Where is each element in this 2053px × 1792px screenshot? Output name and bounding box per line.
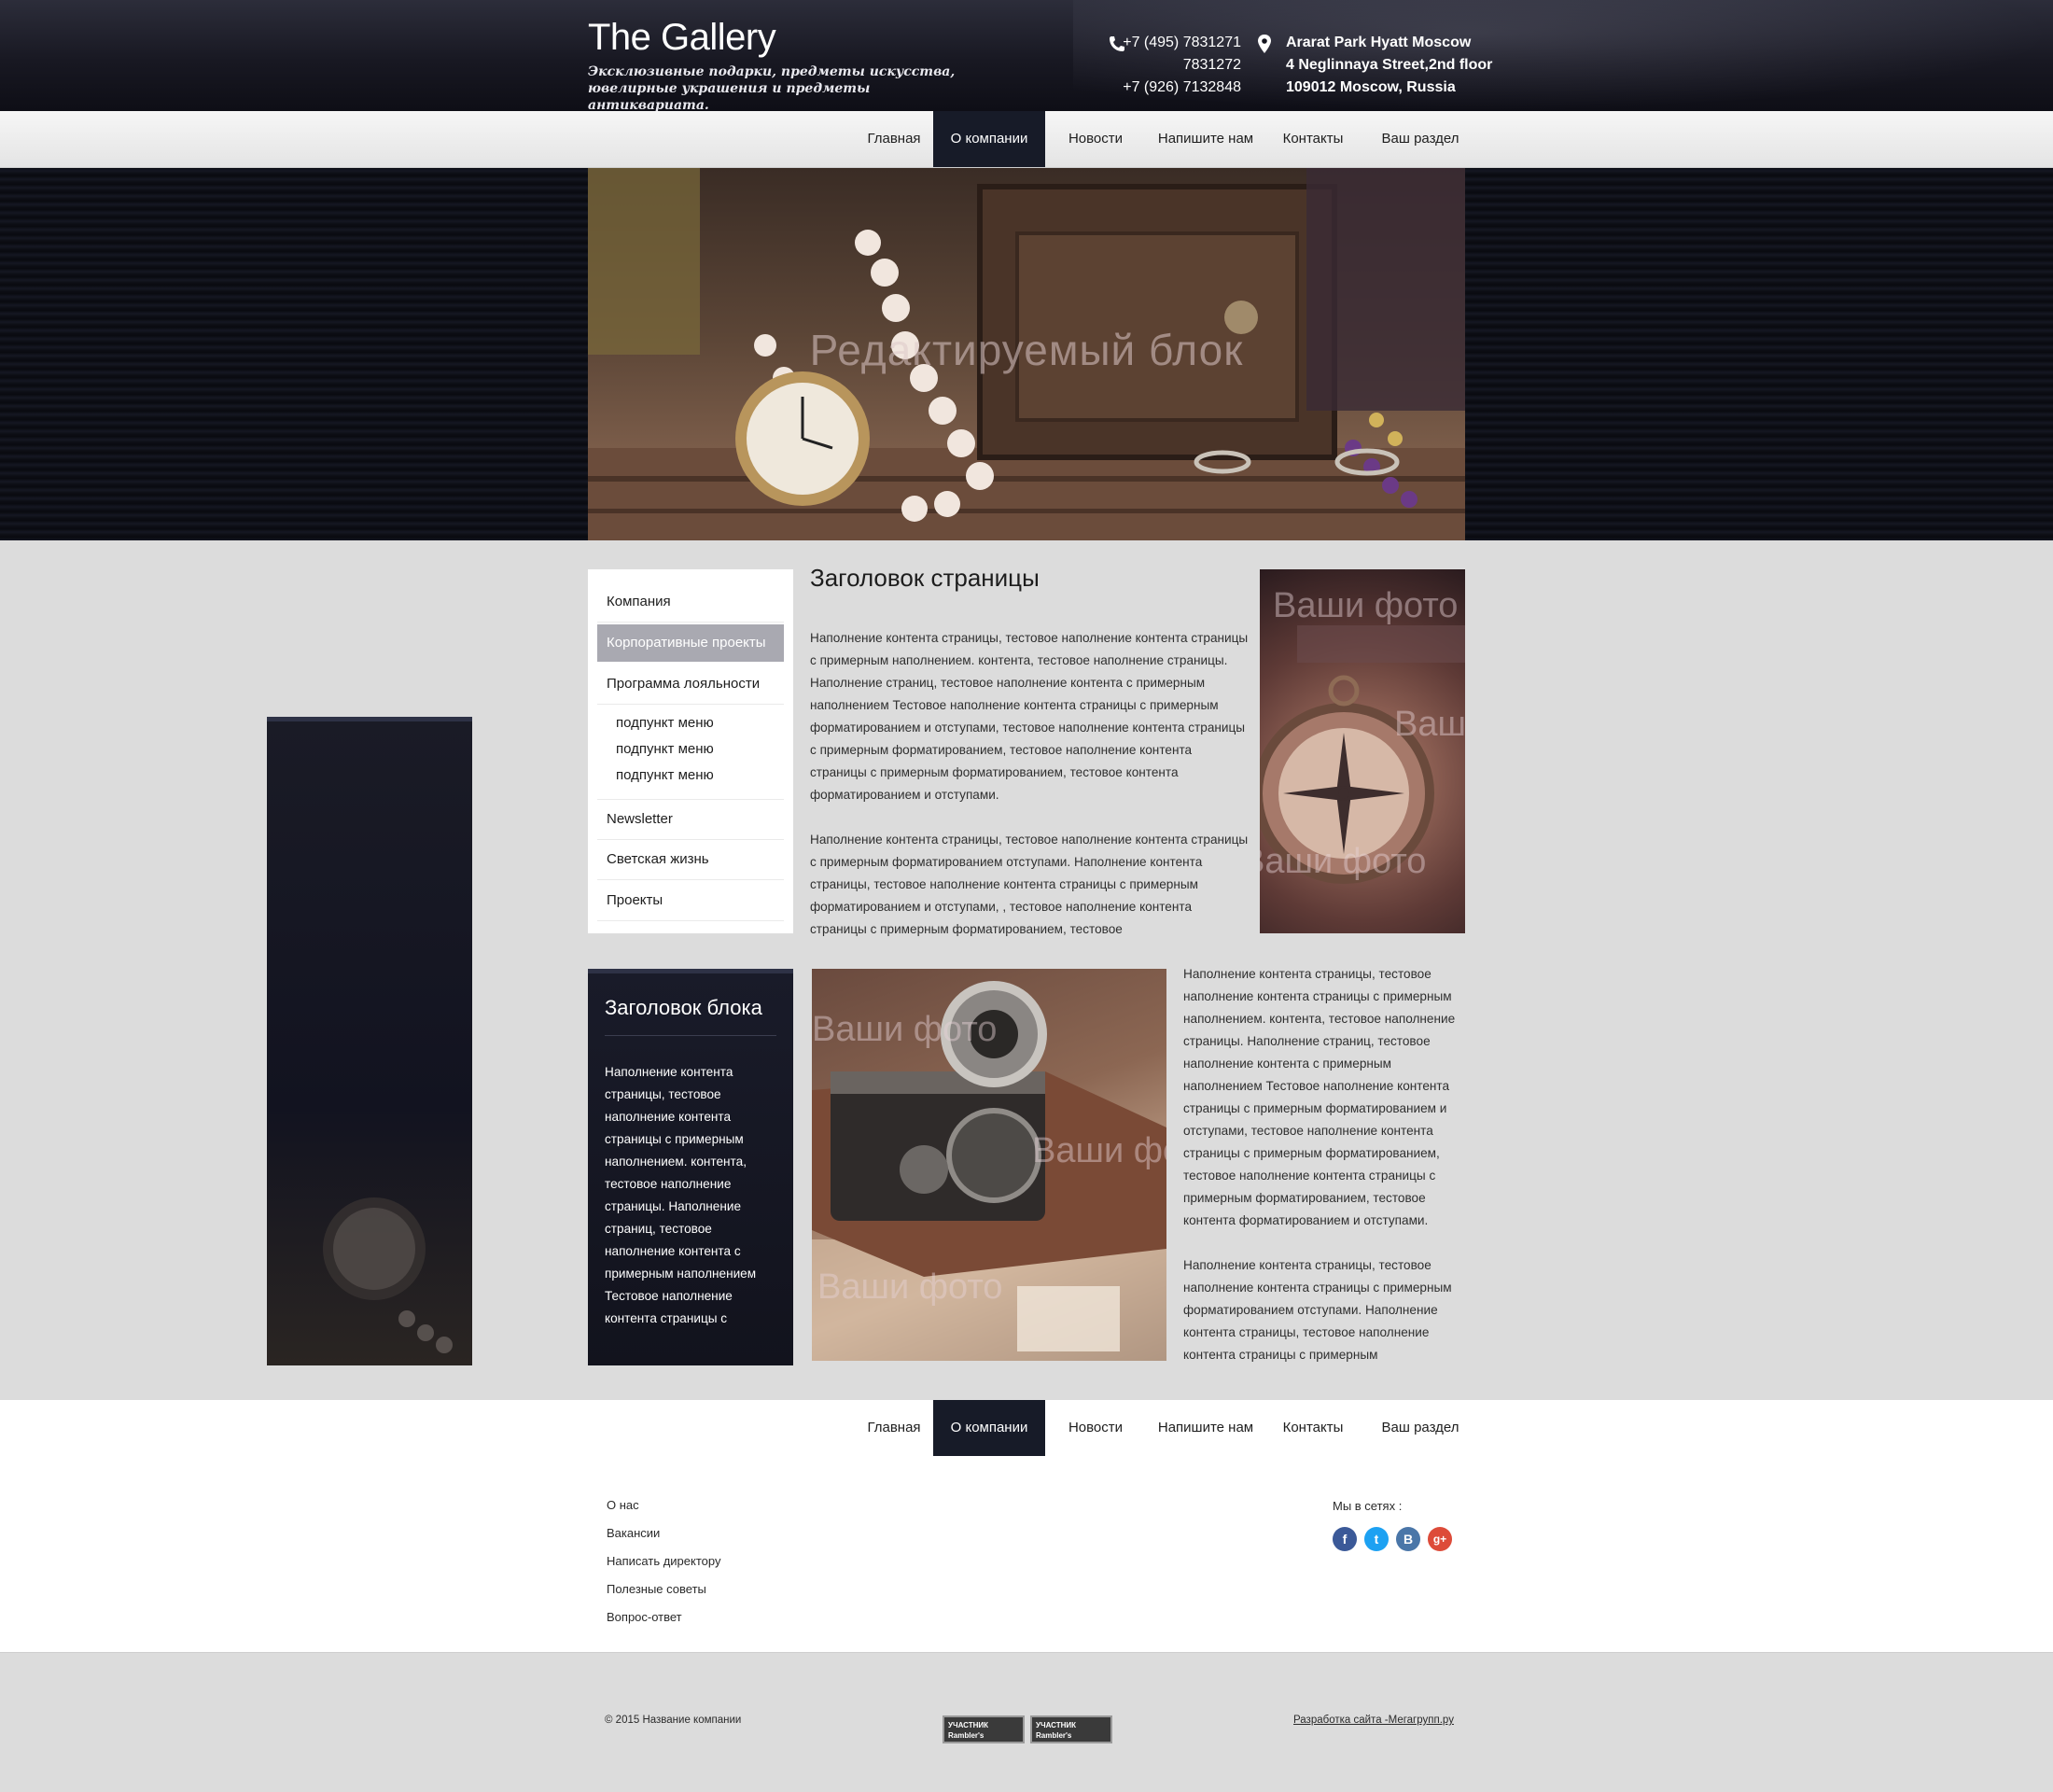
twitter-icon[interactable]: t: [1364, 1527, 1389, 1551]
social-label: Мы в сетях :: [1333, 1499, 1403, 1513]
sidebar-subitem[interactable]: подпункт меню: [616, 741, 714, 757]
site-tagline: Эксклюзивные подарки, предметы искусства…: [588, 63, 980, 114]
badge-line: Rambler's: [1036, 1731, 1072, 1740]
content-paragraph: Наполнение контента страницы, тестовое н…: [810, 833, 1249, 936]
sidebar-item-company[interactable]: Компания: [597, 582, 784, 623]
address: Ararat Park Hyatt Moscow 4 Neglinnaya St…: [1286, 32, 1492, 99]
nav-item-news[interactable]: Новости: [1045, 111, 1146, 167]
nav-item-contacts[interactable]: Контакты: [1265, 1400, 1361, 1456]
nav-item-contact-us[interactable]: Напишите нам: [1146, 111, 1265, 167]
content-paragraph: Наполнение контента страницы, тестовое н…: [1183, 967, 1456, 1227]
phone-numbers: +7 (495) 7831271 7831272 +7 (926) 713284…: [1082, 32, 1241, 99]
main-nav: Главная О компании Новости Напишите нам …: [0, 111, 2053, 168]
footer-link-about[interactable]: О нас: [607, 1498, 639, 1512]
info-block: Заголовок блока Наполнение контента стра…: [588, 969, 793, 1365]
photo-watermark: Ваши фото: [1394, 705, 1465, 744]
site-title[interactable]: The Gallery: [588, 17, 776, 59]
sidebar-subitem[interactable]: подпункт меню: [616, 767, 714, 783]
phone-number[interactable]: +7 (926) 7132848: [1082, 77, 1241, 99]
side-decor-panel: [267, 717, 472, 1365]
sidebar-item-newsletter[interactable]: Newsletter: [597, 799, 784, 840]
photo-watermark: Ваши фото: [1260, 842, 1427, 881]
phone-number[interactable]: 7831272: [1082, 54, 1241, 77]
google-plus-icon[interactable]: g+: [1428, 1527, 1452, 1551]
compass-photo: Ваши фото Ваши фото Ваши фото: [1260, 569, 1465, 933]
address-line: 109012 Moscow, Russia: [1286, 79, 1456, 95]
site-header: [0, 0, 2053, 111]
footer-link-write-director[interactable]: Написать директору: [607, 1554, 720, 1568]
block-title: Заголовок блока: [605, 996, 762, 1019]
rambler-top100-badge[interactable]: УЧАСТНИК Rambler's: [1030, 1715, 1112, 1743]
tagline-line: Эксклюзивные подарки, предметы искусства…: [588, 64, 956, 79]
photo-watermark: Ваши фото: [1273, 586, 1459, 625]
sidebar-item-corporate-projects[interactable]: Корпоративные проекты: [597, 624, 784, 662]
copyright: © 2015 Название компании: [605, 1715, 742, 1726]
footer-nav: Главная О компании Новости Напишите нам …: [0, 1400, 2053, 1457]
block-text: Наполнение контента страницы, тестовое н…: [605, 1065, 757, 1325]
badge-line: УЧАСТНИК: [948, 1721, 989, 1729]
footer: [0, 1456, 2053, 1653]
badge-line: УЧАСТНИК: [1036, 1721, 1077, 1729]
nav-item-home[interactable]: Главная: [855, 111, 933, 167]
camera-photo: Ваши фото Ваши фото Ваши фото: [812, 969, 1166, 1361]
footer-link-faq[interactable]: Вопрос-ответ: [607, 1610, 682, 1624]
nav-item-contacts[interactable]: Контакты: [1265, 111, 1361, 167]
sidebar-item-projects[interactable]: Проекты: [597, 881, 784, 921]
block-divider: [605, 1035, 776, 1036]
footer-link-useful-tips[interactable]: Полезные советы: [607, 1582, 706, 1596]
hero-banner: Редактируемый блок: [588, 168, 1465, 540]
sidebar-subitem[interactable]: подпункт меню: [616, 715, 714, 731]
nav-item-your-section[interactable]: Ваш раздел: [1361, 1400, 1480, 1456]
sidebar-item-social-life[interactable]: Светская жизнь: [597, 840, 784, 880]
nav-item-contact-us[interactable]: Напишите нам: [1146, 1400, 1265, 1456]
vkontakte-icon[interactable]: B: [1396, 1527, 1420, 1551]
nav-item-home[interactable]: Главная: [855, 1400, 933, 1456]
nav-item-your-section[interactable]: Ваш раздел: [1361, 111, 1480, 167]
photo-watermark: Ваши фото: [812, 1010, 998, 1049]
nav-item-news[interactable]: Новости: [1045, 1400, 1146, 1456]
developer-link[interactable]: Разработка сайта -Мегагрупп.ру: [1293, 1715, 1454, 1726]
page-title: Заголовок страницы: [810, 564, 1040, 592]
content-paragraph: Наполнение контента страницы, тестовое н…: [1183, 1258, 1452, 1362]
address-line: Ararat Park Hyatt Moscow: [1286, 35, 1472, 50]
badge-line: Rambler's: [948, 1731, 985, 1740]
rambler-top100-badge[interactable]: УЧАСТНИК Rambler's: [943, 1715, 1025, 1743]
sidebar-menu: Компания Корпоративные проекты Программа…: [588, 569, 793, 933]
location-pin-icon: [1258, 35, 1271, 53]
sidebar-item-loyalty-program[interactable]: Программа лояльности: [597, 665, 784, 705]
address-line: 4 Neglinnaya Street,2nd floor: [1286, 57, 1493, 73]
pocket-watch-image: [323, 1197, 453, 1353]
content-paragraph: Наполнение контента страницы, тестовое н…: [810, 631, 1249, 802]
facebook-icon[interactable]: f: [1333, 1527, 1357, 1551]
photo-watermark: Ваши фото: [1032, 1131, 1166, 1170]
phone-number[interactable]: +7 (495) 7831271: [1082, 32, 1241, 54]
hero-editable-text: Редактируемый блок: [809, 326, 1244, 374]
photo-watermark: Ваши фото: [817, 1267, 1003, 1307]
footer-link-vacancies[interactable]: Вакансии: [607, 1526, 660, 1540]
tagline-line: ювелирные украшения и предметы антиквари…: [588, 81, 871, 113]
nav-item-about[interactable]: О компании: [933, 111, 1045, 167]
nav-item-about[interactable]: О компании: [933, 1400, 1045, 1456]
